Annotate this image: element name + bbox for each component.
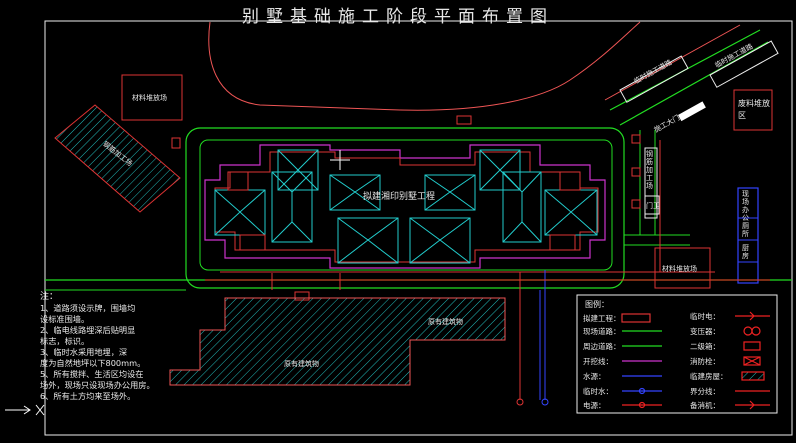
legend-item-label: 开挖线： <box>583 357 613 366</box>
site-road-outer <box>185 127 625 289</box>
small-rooms <box>227 171 581 251</box>
notes-block: 注： 1、道路须设示牌，围墙均 设标准围墙。 2、临电线路埋深后贴明显 标志，标… <box>40 292 240 402</box>
legend-item-label: 周边道路： <box>583 342 621 351</box>
legend-item-label: 临时电： <box>690 312 720 321</box>
label-waste-area: 废料堆放区 <box>738 99 770 120</box>
note-line: 1、道路须设示牌，围墙均 <box>40 303 136 313</box>
legend-title: 图例： <box>585 300 609 309</box>
note-line: 5、所有搅拌、生活区均设在 <box>40 369 144 379</box>
note-line: 3、临时水采用地埋，深 <box>40 347 128 357</box>
label-office-2: 厕所 <box>742 222 749 238</box>
legend-item-label: 临时水： <box>583 387 613 396</box>
label-material-yard-right: 材料堆放场 <box>662 265 697 273</box>
legend-item-label: 拟建工程： <box>583 314 621 323</box>
label-building: 拟建湘印别墅工程 <box>363 192 436 202</box>
legend-item-label: 界分线： <box>690 387 720 396</box>
legend-item-label: 临建房屋： <box>690 372 728 381</box>
legend-item-label: 变压器： <box>690 327 720 336</box>
gate-marker <box>678 101 706 122</box>
legend-item-label: 二级箱： <box>690 342 720 351</box>
note-line: 场外，现场只设现场办公用房。 <box>40 380 155 390</box>
note-line: 2、临电线路埋深后贴明显 <box>40 325 136 335</box>
note-line: 设标准围墙。 <box>40 314 90 324</box>
fire-box-left <box>171 137 181 149</box>
legend-item-label: 消防栓： <box>690 357 720 366</box>
legend-item-label: 备消机： <box>690 401 720 410</box>
ucs-icon <box>5 404 45 416</box>
label-existing-building-1: 原有建筑物 <box>428 318 463 326</box>
boundary-curve <box>208 21 641 111</box>
drawing-title: 别墅基础施工阶段平面布置图 <box>242 7 554 27</box>
note-line: 标志，标识。 <box>40 336 90 346</box>
road-sign-1 <box>619 55 689 103</box>
cursor-crosshair <box>330 150 350 170</box>
legend-symbols-right <box>735 311 770 410</box>
legend-item-label: 现场道路： <box>583 327 621 336</box>
label-office-1: 现场办公 <box>742 190 749 222</box>
note-line: 度为自然地坪以下800mm。 <box>40 358 146 368</box>
legend-item-label: 电源： <box>583 401 606 410</box>
label-guard: 门卫 <box>646 202 660 210</box>
fire-box-top <box>456 115 472 125</box>
label-existing-building-2: 原有建筑物 <box>284 360 319 368</box>
note-line: 6、所有土方均来至场外。 <box>40 391 136 401</box>
site-plan-drawing: 别墅基础施工阶段平面布置图 材料堆放场 钢筋加工场 拟建湘印别墅工程 临时施工道… <box>0 0 796 439</box>
notes-heading: 注： <box>40 292 59 302</box>
label-material-yard-top: 材料堆放场 <box>132 94 167 102</box>
roof-group <box>214 149 598 264</box>
label-site-strip: 钢筋加工场 <box>646 150 653 190</box>
legend-symbols-left <box>621 313 662 409</box>
legend-item-label: 水源： <box>583 372 606 381</box>
label-office-3: 厨房 <box>742 244 749 260</box>
